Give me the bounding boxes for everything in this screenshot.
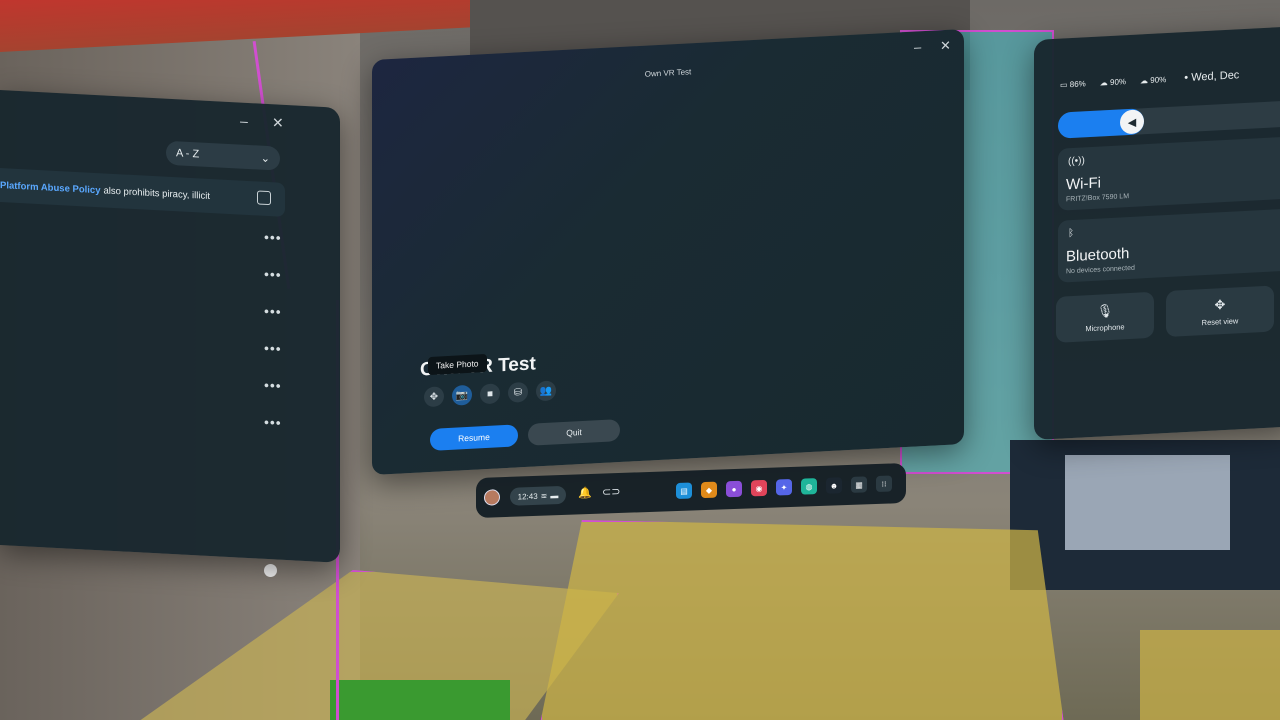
chevron-down-icon: ⌄ <box>260 152 270 165</box>
party-icon[interactable]: 👥 <box>536 380 556 402</box>
resume-button[interactable]: Resume <box>430 424 518 451</box>
wifi-icon: ≋ <box>540 491 548 501</box>
minimize-button[interactable]: – <box>914 39 921 54</box>
reset-view-tile[interactable]: ✥ Reset view <box>1166 285 1274 338</box>
horizon-icon[interactable]: ◍ <box>801 478 817 495</box>
policy-notice: Platform Abuse Policy also prohibits pir… <box>0 168 285 217</box>
capture-toolbar: ✥ 📷 ■ ⛁ 👥 <box>424 380 556 408</box>
clock-time: 12:43 <box>517 491 538 502</box>
library-panel: – ✕ A - Z ⌄ Platform Abuse Policy also p… <box>0 90 340 563</box>
avatar[interactable] <box>484 489 500 506</box>
row-menu-button[interactable]: ••• <box>264 340 282 357</box>
window-title: Own VR Test <box>644 67 692 79</box>
status-row: ▭ 86% ☁ 90% ☁ 90% • Wed, Dec <box>1060 69 1239 90</box>
battery-icon: ▭ <box>1060 79 1070 90</box>
clock-status-pill[interactable]: 12:43 ≋ ▬ <box>510 485 566 506</box>
wifi-title: Wi-Fi <box>1066 174 1101 194</box>
bluetooth-status: No devices connected <box>1066 264 1135 276</box>
pointer-cursor <box>264 564 277 577</box>
multitask-icon[interactable]: ▦ <box>851 476 867 493</box>
sort-select[interactable]: A - Z ⌄ <box>166 140 280 171</box>
row-menu-button[interactable]: ••• <box>264 266 282 283</box>
microphone-label: Microphone <box>1085 321 1125 333</box>
row-menu-button[interactable]: ••• <box>264 377 282 394</box>
left-controller-battery: ☁ 90% <box>1099 76 1127 88</box>
quit-button[interactable]: Quit <box>528 419 620 446</box>
policy-text: also prohibits piracy, illicit <box>103 184 210 202</box>
all-apps-icon[interactable]: ⁝⁝ <box>876 475 892 493</box>
row-menu-button[interactable]: ••• <box>264 414 282 431</box>
close-button[interactable]: ✕ <box>272 114 284 132</box>
right-controller-battery: ☁ 90% <box>1140 74 1167 85</box>
quick-settings-panel: ▭ 86% ☁ 90% ☁ 90% • Wed, Dec ◀ ((•)) Wi-… <box>1034 26 1280 441</box>
camera-icon[interactable]: ◉ <box>751 479 767 497</box>
boundary-desk-center <box>540 520 1064 720</box>
share-icon[interactable]: ⛁ <box>508 381 528 403</box>
library-icon[interactable]: ▤ <box>676 482 692 500</box>
move-arrows-icon: ✥ <box>1214 296 1226 313</box>
minimize-button[interactable]: – <box>240 113 248 129</box>
battery-icon: ▬ <box>550 490 559 500</box>
wifi-network: FRITZ!Box 7590 LM <box>1066 193 1130 204</box>
reset-view-label: Reset view <box>1201 315 1239 327</box>
row-menu-button[interactable]: ••• <box>264 303 282 320</box>
volume-slider[interactable]: ◀ <box>1058 100 1280 139</box>
take-photo-tooltip: Take Photo <box>428 353 487 376</box>
speaker-icon[interactable]: ◀ <box>1120 109 1144 135</box>
bluetooth-title: Bluetooth <box>1066 245 1130 266</box>
monitor-screen <box>1065 455 1230 550</box>
game-icon[interactable]: ☻ <box>826 477 842 494</box>
external-link-icon[interactable] <box>257 190 271 206</box>
sort-value: A - Z <box>176 147 200 161</box>
video-record-icon[interactable]: ■ <box>480 383 500 405</box>
cast-icon[interactable]: ✥ <box>424 386 444 408</box>
close-button[interactable]: ✕ <box>940 38 951 55</box>
row-menu-button[interactable]: ••• <box>264 229 282 246</box>
controller-icon: ☁ <box>1140 75 1151 85</box>
notifications-icon[interactable]: 🔔 <box>578 486 592 499</box>
microphone-tile[interactable]: 🎙 Microphone <box>1056 291 1154 343</box>
bluetooth-icon: ᛒ <box>1068 227 1074 240</box>
policy-link[interactable]: Platform Abuse Policy <box>0 180 100 196</box>
camera-icon[interactable]: 📷 <box>452 384 472 406</box>
controller-icon: ☁ <box>1099 77 1111 88</box>
microphone-icon: 🎙 <box>1096 302 1114 319</box>
people-icon[interactable]: ● <box>726 480 742 498</box>
app-window: Own VR Test – ✕ Own VR Test Take Photo ✥… <box>372 28 964 475</box>
date-label: • Wed, Dec <box>1184 69 1240 85</box>
headset-battery: ▭ 86% <box>1060 78 1086 90</box>
messenger-icon[interactable]: ✦ <box>776 478 792 496</box>
boundary-desk-right <box>1140 630 1280 720</box>
store-icon[interactable]: ◆ <box>701 481 717 499</box>
wifi-tile[interactable]: ((•)) Wi-Fi FRITZ!Box 7590 LM <box>1058 136 1280 211</box>
wifi-icon: ((•)) <box>1068 155 1085 168</box>
passthrough-icon[interactable]: ⊂⊃ <box>602 485 620 499</box>
floor-mat <box>330 680 510 720</box>
bluetooth-tile[interactable]: ᛒ Bluetooth No devices connected <box>1058 208 1280 283</box>
